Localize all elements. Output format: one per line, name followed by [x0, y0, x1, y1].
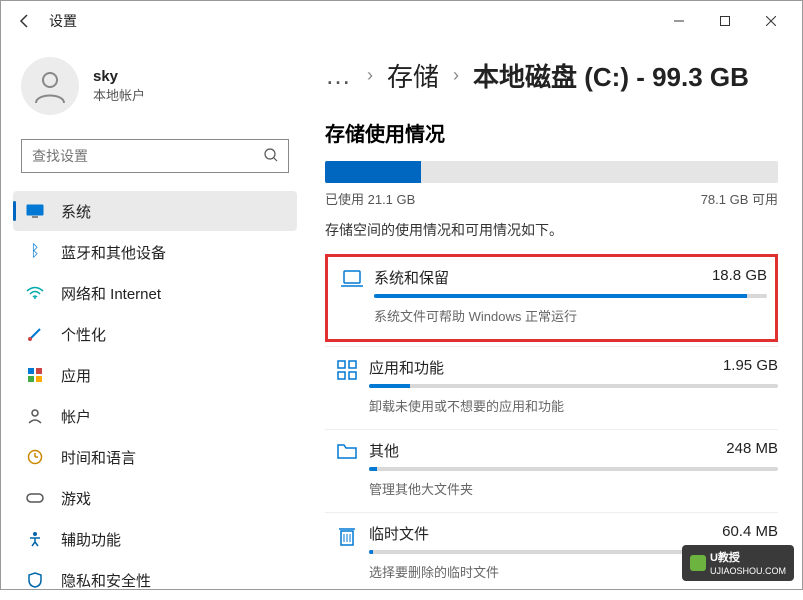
user-name: sky	[93, 68, 145, 85]
section-heading: 存储使用情况	[325, 118, 778, 147]
nav-gaming[interactable]: 游戏	[13, 478, 297, 518]
folder-icon	[325, 440, 369, 498]
category-bar-fill	[369, 467, 377, 471]
nav-label: 系统	[61, 201, 91, 222]
nav-label: 隐私和安全性	[61, 570, 151, 591]
apps-icon	[25, 365, 45, 385]
nav-accounts[interactable]: 帐户	[13, 396, 297, 436]
trash-icon	[325, 523, 369, 581]
grid-icon	[325, 357, 369, 415]
nav-label: 网络和 Internet	[61, 283, 161, 304]
chevron-right-icon: ›	[367, 65, 373, 86]
category-title: 应用和功能	[369, 357, 444, 378]
clock-icon	[25, 447, 45, 467]
category-system-reserved[interactable]: 系统和保留 18.8 GB 系统文件可帮助 Windows 正常运行	[325, 254, 778, 342]
maximize-button[interactable]	[702, 5, 748, 37]
category-bar-fill	[369, 384, 410, 388]
nav-label: 辅助功能	[61, 529, 121, 550]
nav-label: 时间和语言	[61, 447, 136, 468]
category-other[interactable]: 其他 248 MB 管理其他大文件夹	[325, 429, 778, 512]
nav-label: 蓝牙和其他设备	[61, 242, 166, 263]
nav-accessibility[interactable]: 辅助功能	[13, 519, 297, 559]
search-icon	[264, 148, 278, 165]
category-bar-fill	[374, 294, 747, 298]
wifi-icon	[25, 283, 45, 303]
search-box[interactable]	[21, 139, 289, 173]
overall-usage-bar	[325, 161, 778, 183]
nav-privacy[interactable]: 隐私和安全性	[13, 560, 297, 600]
breadcrumb-current: 本地磁盘 (C:) - 99.3 GB	[473, 57, 749, 94]
user-profile[interactable]: sky 本地帐户	[9, 49, 301, 123]
user-type: 本地帐户	[93, 85, 145, 104]
nav-network[interactable]: 网络和 Internet	[13, 273, 297, 313]
breadcrumb: … › 存储 › 本地磁盘 (C:) - 99.3 GB	[325, 57, 778, 94]
used-label: 已使用 21.1 GB	[325, 189, 415, 208]
bluetooth-icon: ᛒ	[25, 242, 45, 262]
person-icon	[25, 406, 45, 426]
category-title: 系统和保留	[374, 267, 449, 288]
main-content: … › 存储 › 本地磁盘 (C:) - 99.3 GB 存储使用情况 已使用 …	[301, 41, 802, 589]
accessibility-icon	[25, 529, 45, 549]
category-sub: 管理其他大文件夹	[369, 479, 778, 498]
back-button[interactable]	[9, 5, 41, 37]
chevron-right-icon: ›	[453, 65, 459, 86]
category-bar-fill	[369, 550, 373, 554]
category-title: 其他	[369, 440, 399, 461]
watermark: U教授 UJIAOSHOU.COM	[682, 545, 794, 581]
search-input[interactable]	[32, 148, 264, 164]
category-apps[interactable]: 应用和功能 1.95 GB 卸载未使用或不想要的应用和功能	[325, 346, 778, 429]
window-title: 设置	[49, 11, 77, 31]
nav-label: 游戏	[61, 488, 91, 509]
breadcrumb-more[interactable]: …	[325, 60, 353, 91]
nav-bluetooth[interactable]: ᛒ 蓝牙和其他设备	[13, 232, 297, 272]
nav-label: 帐户	[61, 406, 91, 427]
category-size: 1.95 GB	[723, 357, 778, 378]
category-size: 60.4 MB	[722, 523, 778, 544]
brush-icon	[25, 324, 45, 344]
category-sub: 卸载未使用或不想要的应用和功能	[369, 396, 778, 415]
display-icon	[25, 201, 45, 221]
category-sub: 系统文件可帮助 Windows 正常运行	[374, 306, 767, 325]
nav-apps[interactable]: 应用	[13, 355, 297, 395]
gamepad-icon	[25, 488, 45, 508]
usage-description: 存储空间的使用情况和可用情况如下。	[325, 220, 778, 240]
category-size: 18.8 GB	[712, 267, 767, 288]
watermark-brand: U教授	[710, 552, 740, 564]
close-button[interactable]	[748, 5, 794, 37]
nav-label: 个性化	[61, 324, 106, 345]
nav-time-language[interactable]: 时间和语言	[13, 437, 297, 477]
overall-usage-fill	[325, 161, 421, 183]
category-title: 临时文件	[369, 523, 429, 544]
sidebar: sky 本地帐户 系统 ᛒ 蓝牙和其他设备 网络和 Internet	[1, 41, 301, 589]
shield-icon	[25, 570, 45, 590]
nav-label: 应用	[61, 365, 91, 386]
breadcrumb-storage[interactable]: 存储	[387, 57, 439, 94]
minimize-button[interactable]	[656, 5, 702, 37]
watermark-url: UJIAOSHOU.COM	[710, 566, 786, 576]
laptop-icon	[330, 267, 374, 325]
category-size: 248 MB	[726, 440, 778, 461]
watermark-icon	[690, 555, 706, 571]
avatar-icon	[21, 57, 79, 115]
free-label: 78.1 GB 可用	[701, 189, 778, 208]
nav-system[interactable]: 系统	[13, 191, 297, 231]
nav-personalization[interactable]: 个性化	[13, 314, 297, 354]
